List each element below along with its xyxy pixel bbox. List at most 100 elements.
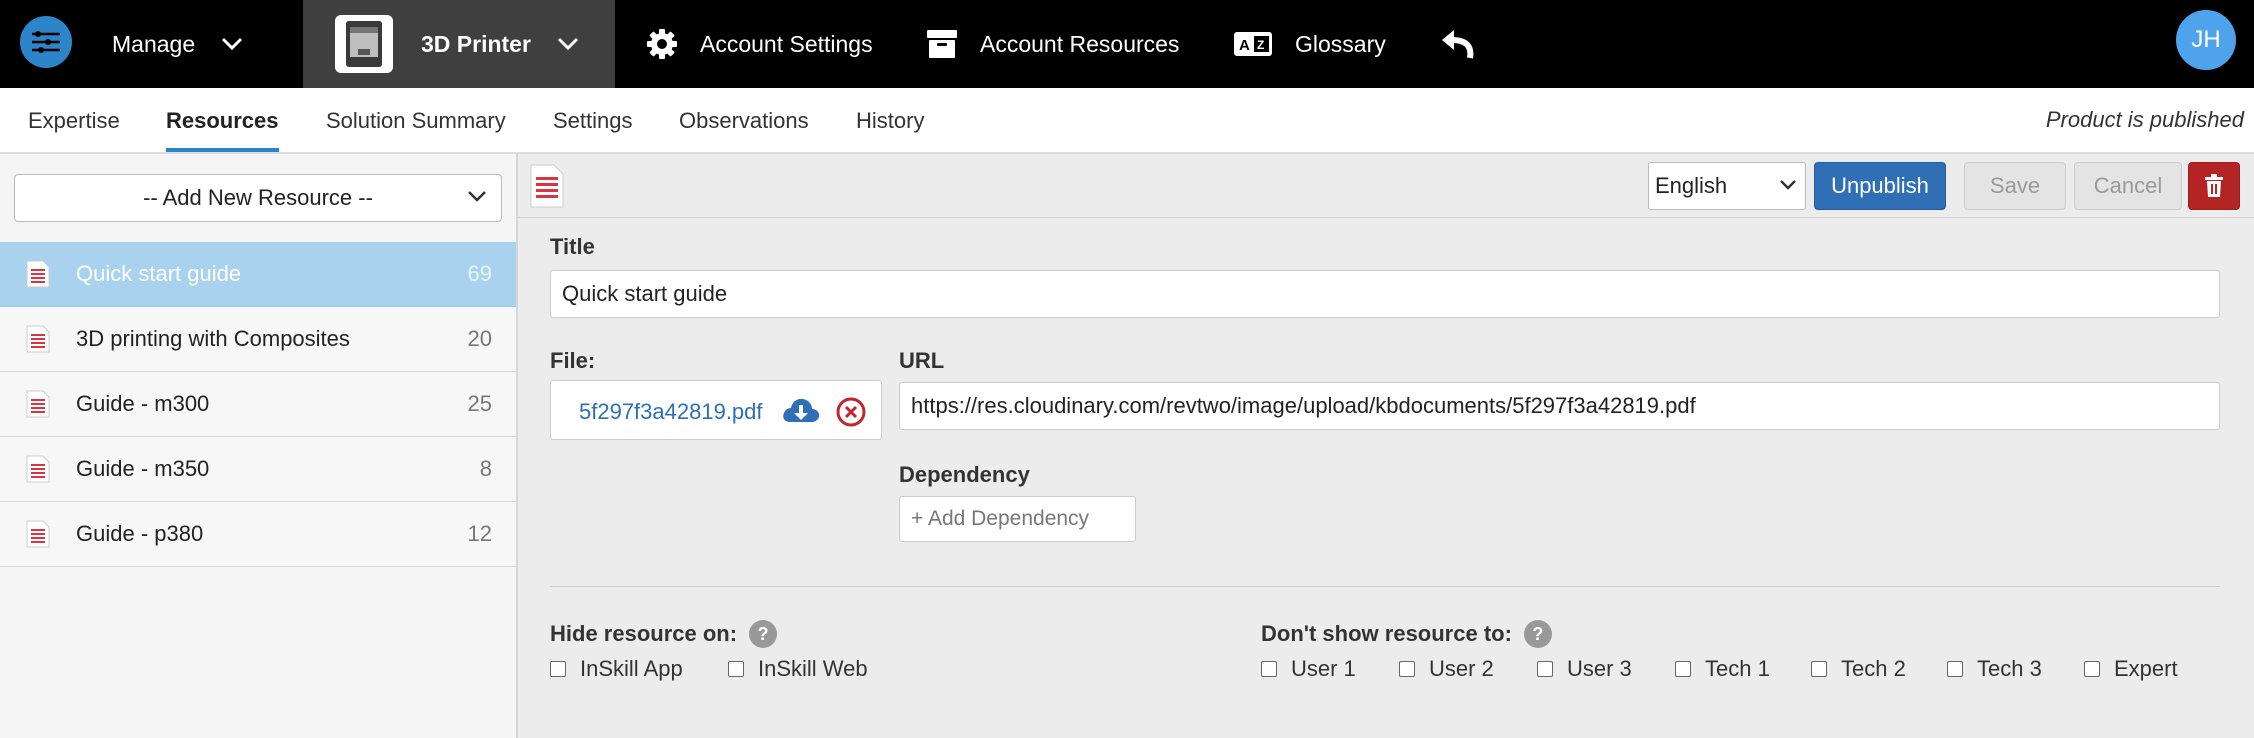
manage-menu[interactable]: Manage	[112, 0, 243, 88]
add-resource-select[interactable]: -- Add New Resource --	[14, 174, 502, 222]
checkbox-expert[interactable]: Expert	[2084, 656, 2178, 682]
svg-text:Z: Z	[1257, 38, 1264, 52]
checkbox-box[interactable]	[1537, 661, 1553, 677]
checkbox-label: Tech 3	[1977, 656, 2042, 681]
chevron-down-icon	[1780, 180, 1796, 190]
gear-icon	[647, 29, 677, 59]
checkbox-label: Tech 2	[1841, 656, 1906, 681]
resource-item[interactable]: Guide - m300 25	[0, 372, 516, 437]
glossary-icon: A Z	[1234, 32, 1272, 56]
checkbox-label: User 2	[1429, 656, 1494, 681]
tab-resources[interactable]: Resources	[166, 88, 279, 152]
chevron-down-icon	[557, 37, 578, 51]
checkbox-box[interactable]	[1261, 661, 1277, 677]
resource-sidebar: -- Add New Resource -- Quick start guide…	[0, 154, 518, 738]
resource-item[interactable]: Guide - m350 8	[0, 437, 516, 502]
resource-item[interactable]: Quick start guide 69	[0, 242, 516, 307]
checkbox-label: Expert	[2114, 656, 2178, 681]
editor-toolbar: English Unpublish Save Cancel	[518, 154, 2254, 218]
checkbox-box[interactable]	[728, 661, 744, 677]
title-input[interactable]: Quick start guide	[550, 270, 2220, 318]
back-button[interactable]	[1440, 0, 1476, 88]
help-icon[interactable]: ?	[1523, 620, 1552, 648]
checkbox-box[interactable]	[2084, 661, 2100, 677]
resource-list: Quick start guide 69 3D printing with Co…	[0, 242, 516, 567]
title-label: Title	[550, 234, 595, 259]
resource-item[interactable]: Guide - p380 12	[0, 502, 516, 567]
resource-name: Guide - m300	[76, 391, 210, 416]
trash-icon	[2205, 174, 2223, 197]
file-link[interactable]: 5f297f3a42819.pdf	[579, 399, 763, 425]
resource-count: 8	[479, 456, 492, 481]
language-value: English	[1655, 173, 1728, 198]
checkbox-label: User 1	[1291, 656, 1356, 681]
remove-circle-icon[interactable]	[835, 396, 867, 428]
archive-box-icon	[927, 30, 957, 58]
undo-arrow-icon	[1442, 30, 1474, 59]
tab-settings[interactable]: Settings	[553, 88, 633, 152]
product-selector[interactable]: 3D Printer	[303, 0, 615, 88]
resource-name: 3D printing with Composites	[76, 326, 350, 351]
checkbox-box[interactable]	[1811, 661, 1827, 677]
resource-name: Quick start guide	[76, 261, 242, 286]
save-button[interactable]: Save	[1964, 162, 2066, 210]
dont-show-heading: Don't show resource to: ?	[1261, 620, 1552, 648]
checkbox-user-1[interactable]: User 1	[1261, 656, 1356, 682]
manage-label: Manage	[112, 30, 196, 57]
account-resources-label: Account Resources	[980, 30, 1180, 57]
account-settings-label: Account Settings	[700, 30, 873, 57]
cancel-button[interactable]: Cancel	[2074, 162, 2182, 210]
add-resource-label: -- Add New Resource --	[143, 185, 373, 210]
resource-editor: English Unpublish Save Cancel Title Quic…	[518, 154, 2254, 738]
language-select[interactable]: English	[1648, 162, 1806, 210]
account-resources-link[interactable]: Account Resources	[926, 0, 1179, 88]
document-icon	[26, 325, 50, 353]
url-label: URL	[899, 348, 945, 373]
tab-observations[interactable]: Observations	[679, 88, 809, 152]
glossary-label: Glossary	[1295, 30, 1386, 57]
checkbox-inskill-web[interactable]: InSkill Web	[728, 656, 868, 682]
checkbox-label: InSkill App	[580, 656, 683, 681]
checkbox-user-2[interactable]: User 2	[1399, 656, 1494, 682]
resource-count: 69	[467, 261, 492, 286]
product-tabs: Expertise Resources Solution Summary Set…	[0, 88, 2254, 154]
app-logo-icon[interactable]	[20, 16, 72, 68]
checkbox-tech-1[interactable]: Tech 1	[1675, 656, 1770, 682]
svg-text:A: A	[1239, 37, 1250, 54]
document-icon	[530, 164, 564, 208]
publish-status: Product is published	[2045, 107, 2244, 132]
checkbox-user-3[interactable]: User 3	[1537, 656, 1632, 682]
resource-item[interactable]: 3D printing with Composites 20	[0, 307, 516, 372]
checkbox-box[interactable]	[550, 661, 566, 677]
section-divider	[550, 586, 2220, 587]
user-avatar[interactable]: JH	[2176, 10, 2236, 70]
checkbox-box[interactable]	[1399, 661, 1415, 677]
glossary-link[interactable]: A Z Glossary	[1233, 0, 1386, 88]
tab-expertise[interactable]: Expertise	[28, 88, 120, 152]
chevron-down-icon	[222, 37, 243, 51]
add-dependency-input[interactable]: + Add Dependency	[899, 496, 1136, 542]
delete-button[interactable]	[2188, 162, 2240, 210]
account-settings-link[interactable]: Account Settings	[646, 0, 873, 88]
document-icon	[26, 390, 50, 418]
checkbox-box[interactable]	[1947, 661, 1963, 677]
hide-resource-label: Hide resource on:	[550, 621, 738, 646]
chevron-down-icon	[468, 191, 486, 202]
cloud-download-icon[interactable]	[781, 396, 821, 426]
help-icon[interactable]: ?	[749, 620, 778, 648]
checkbox-box[interactable]	[1675, 661, 1691, 677]
unpublish-button[interactable]: Unpublish	[1814, 162, 1946, 210]
url-input[interactable]: https://res.cloudinary.com/revtwo/image/…	[899, 382, 2220, 430]
tab-solution-summary[interactable]: Solution Summary	[326, 88, 506, 152]
hide-resource-heading: Hide resource on: ?	[550, 620, 778, 648]
resource-count: 25	[467, 391, 492, 416]
checkbox-tech-3[interactable]: Tech 3	[1947, 656, 2042, 682]
resource-count: 12	[467, 521, 492, 546]
checkbox-tech-2[interactable]: Tech 2	[1811, 656, 1906, 682]
tab-history[interactable]: History	[856, 88, 924, 152]
checkbox-inskill-app[interactable]: InSkill App	[550, 656, 683, 682]
dependency-label: Dependency	[899, 462, 1030, 487]
product-name: 3D Printer	[421, 30, 531, 57]
dont-show-label: Don't show resource to:	[1261, 621, 1512, 646]
resource-name: Guide - m350	[76, 456, 210, 481]
